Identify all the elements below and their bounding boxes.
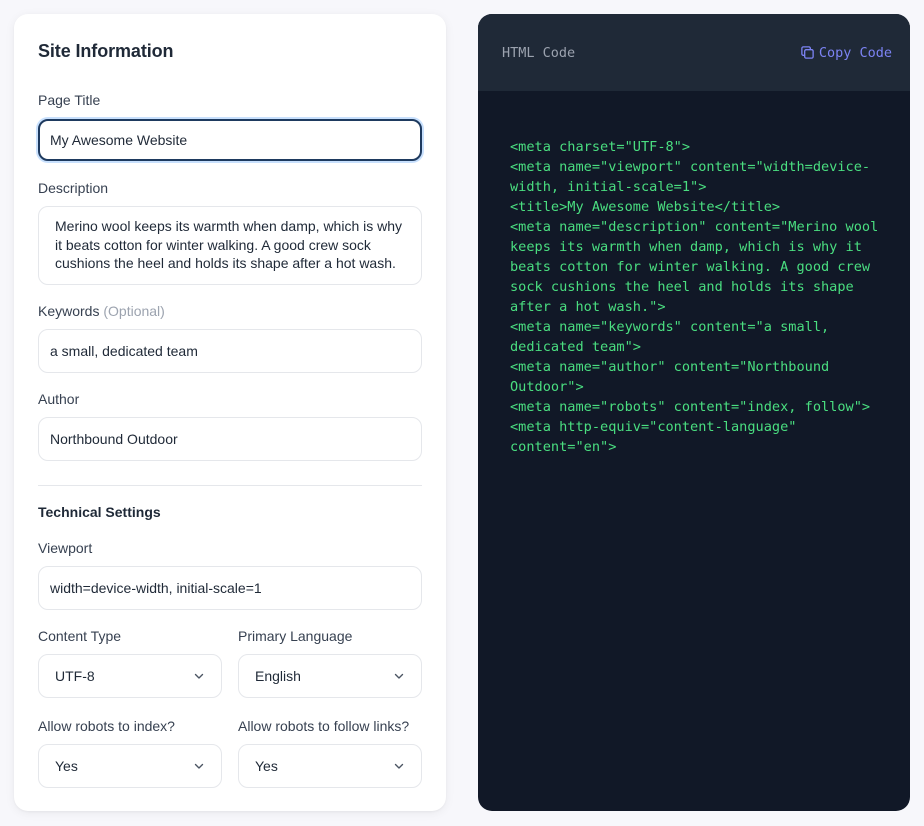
- code-line: <meta charset="UTF-8">: [510, 139, 691, 155]
- optional-hint: (Optional): [103, 303, 165, 319]
- author-label: Author: [38, 391, 80, 407]
- code-panel-title: HTML Code: [502, 44, 576, 61]
- content-type-value: UTF-8: [55, 668, 95, 684]
- description-value: Merino wool keeps its warmth when damp, …: [55, 218, 403, 271]
- primary-language-value: English: [255, 668, 301, 684]
- keywords-label-text: Keywords: [38, 303, 100, 319]
- description-label: Description: [38, 180, 109, 196]
- primary-language-label: Primary Language: [238, 628, 353, 644]
- card-title: Site Information: [38, 41, 174, 61]
- copy-code-label: Copy Code: [818, 44, 892, 61]
- copy-code-button[interactable]: Copy Code: [800, 45, 892, 61]
- content-type-select[interactable]: UTF-8: [38, 654, 222, 698]
- keywords-value: a small, dedicated team: [50, 343, 198, 359]
- chevron-down-icon: [193, 670, 205, 682]
- robots-follow-select[interactable]: Yes: [238, 744, 422, 788]
- code-line: <meta http-equiv="content-language" cont…: [510, 419, 805, 455]
- robots-index-value: Yes: [55, 758, 78, 774]
- code-line: <meta name="keywords" content="a small, …: [510, 319, 838, 355]
- chevron-down-icon: [393, 760, 405, 772]
- primary-language-select[interactable]: English: [238, 654, 422, 698]
- viewport-value: width=device-width, initial-scale=1: [50, 580, 262, 596]
- code-line: <meta name="author" content="Northbound …: [510, 359, 838, 395]
- description-textarea[interactable]: Merino wool keeps its warmth when damp, …: [38, 206, 422, 285]
- code-block: <meta charset="UTF-8"> <meta name="viewp…: [510, 137, 884, 457]
- site-information-card: Site Information Page Title My Awesome W…: [14, 14, 446, 811]
- keywords-label: Keywords (Optional): [38, 303, 165, 319]
- keywords-input[interactable]: a small, dedicated team: [38, 329, 422, 373]
- content-type-label: Content Type: [38, 628, 122, 644]
- robots-index-select[interactable]: Yes: [38, 744, 222, 788]
- code-line: <meta name="viewport" content="width=dev…: [510, 159, 871, 195]
- chevron-down-icon: [193, 760, 205, 772]
- viewport-input[interactable]: width=device-width, initial-scale=1: [38, 566, 422, 610]
- code-panel-header: HTML Code Copy Code: [478, 14, 910, 91]
- viewport-label: Viewport: [38, 540, 93, 556]
- robots-follow-label: Allow robots to follow links?: [238, 718, 410, 734]
- page-title-value: My Awesome Website: [50, 132, 188, 148]
- page-title-input[interactable]: My Awesome Website: [38, 119, 422, 161]
- chevron-down-icon: [393, 670, 405, 682]
- page-title-label: Page Title: [38, 92, 101, 108]
- code-line: <meta name="robots" content="index, foll…: [510, 399, 871, 415]
- author-value: Northbound Outdoor: [50, 431, 178, 447]
- html-code-panel: HTML Code Copy Code <meta charset="UTF-8…: [478, 14, 910, 811]
- copy-icon: [800, 45, 815, 60]
- author-input[interactable]: Northbound Outdoor: [38, 417, 422, 461]
- code-line: <title>My Awesome Website</title>: [510, 199, 781, 215]
- robots-index-label: Allow robots to index?: [38, 718, 175, 734]
- code-line: <meta name="description" content="Merino…: [510, 219, 887, 315]
- technical-settings-title: Technical Settings: [38, 504, 161, 520]
- robots-follow-value: Yes: [255, 758, 278, 774]
- section-divider: [38, 485, 422, 486]
